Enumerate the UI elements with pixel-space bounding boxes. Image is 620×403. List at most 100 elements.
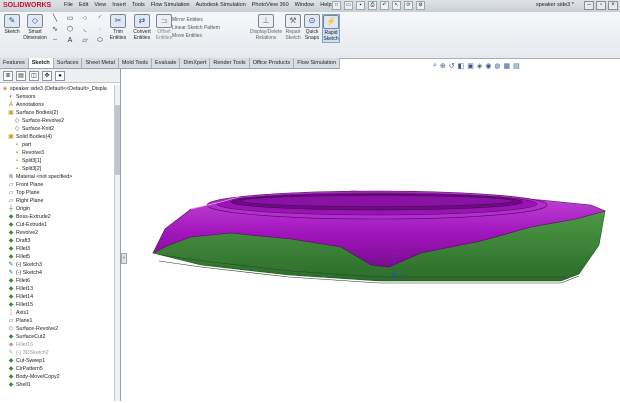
- tree-item[interactable]: ◆ Revolve2: [0, 229, 118, 237]
- tree-item[interactable]: ◆ Shell1: [0, 381, 118, 389]
- hide-show-icon[interactable]: ◉: [485, 62, 491, 70]
- rebuild-icon[interactable]: ⟳: [404, 1, 413, 10]
- close-icon[interactable]: ×: [608, 1, 618, 10]
- tab-render-tools[interactable]: Render Tools: [210, 58, 250, 68]
- menu-autodesk-simulation[interactable]: Autodesk Simulation: [196, 2, 246, 8]
- tree-item[interactable]: ◐ Sensors: [0, 93, 118, 101]
- scrollbar-thumb[interactable]: [115, 105, 120, 175]
- rapid-sketch-button[interactable]: ⚡ Rapid Sketch: [322, 14, 340, 43]
- line-icon[interactable]: ╲: [50, 15, 60, 23]
- quick-snaps-button[interactable]: ⊙ Quick Snaps: [303, 14, 321, 41]
- save-icon[interactable]: ▪: [356, 1, 365, 10]
- menu-flow-simulation[interactable]: Flow Simulation: [151, 2, 190, 8]
- tree-item[interactable]: ≋ Material <not specified>: [0, 173, 118, 181]
- convert-entities-button[interactable]: ⇄ Convert Entities: [130, 14, 154, 41]
- tree-item[interactable]: A Annotations: [0, 101, 118, 109]
- tree-item[interactable]: ◆ Fillet14: [0, 293, 118, 301]
- polygon-icon[interactable]: ⬡: [65, 26, 75, 34]
- graphics-area[interactable]: ⌕ ⊕ ↺ ◧ ▣ ◈ ◉ ◍ ▦ ▤: [121, 62, 620, 401]
- edit-appearance-icon[interactable]: ◍: [494, 62, 500, 70]
- select-icon[interactable]: ↖: [392, 1, 401, 10]
- tree-item[interactable]: ◇ Surface-Revolve2: [0, 117, 118, 125]
- panel-collapse-handle[interactable]: ‹: [121, 253, 127, 264]
- feature-tree-tab-icon[interactable]: ≣: [3, 71, 13, 81]
- tab-evaluate[interactable]: Evaluate: [152, 58, 181, 68]
- tab-flow-simulation[interactable]: Flow Simulation: [294, 58, 341, 68]
- tab-features[interactable]: Features: [0, 58, 29, 68]
- model-3d-view[interactable]: [121, 69, 620, 401]
- menu-file[interactable]: File: [64, 2, 73, 8]
- configuration-tab-icon[interactable]: ◫: [29, 71, 39, 81]
- tab-sheet-metal[interactable]: Sheet Metal: [82, 58, 119, 68]
- sketch-button[interactable]: ✎ Sketch: [3, 14, 21, 36]
- dimxpert-tab-icon[interactable]: ✥: [42, 71, 52, 81]
- tree-item[interactable]: ▪ Split3[1]: [0, 157, 118, 165]
- tab-mold-tools[interactable]: Mold Tools: [119, 58, 153, 68]
- tree-item[interactable]: ▪ Revolve3: [0, 149, 118, 157]
- zoom-fit-icon[interactable]: ⌕: [433, 62, 437, 70]
- point-icon[interactable]: ·: [95, 26, 105, 34]
- spline-icon[interactable]: ∿: [50, 26, 60, 34]
- tree-item[interactable]: ◆ SurfaceCut2: [0, 333, 118, 341]
- tree-item[interactable]: ▱ Front Plane: [0, 181, 118, 189]
- menu-insert[interactable]: Insert: [112, 2, 126, 8]
- plane-icon[interactable]: ▱: [80, 37, 90, 45]
- section-view-icon[interactable]: ◧: [458, 62, 465, 70]
- tree-item[interactable]: ◇ Surface-Revolve2: [0, 325, 118, 333]
- menu-photoview[interactable]: PhotoView 360: [252, 2, 289, 8]
- tree-item[interactable]: ◆ Cut-Sweep1: [0, 357, 118, 365]
- tree-item[interactable]: ┊ Axis1: [0, 309, 118, 317]
- tab-surfaces[interactable]: Surfaces: [54, 58, 83, 68]
- tree-item[interactable]: ◆ Fillet6: [0, 277, 118, 285]
- tree-item[interactable]: ◆ Fillet3: [0, 245, 118, 253]
- tree-item[interactable]: ▣ Solid Bodies(4): [0, 133, 118, 141]
- tree-item[interactable]: ◆ Fillet5: [0, 253, 118, 261]
- tree-item[interactable]: ◇ Surface-Knit2: [0, 125, 118, 133]
- tree-item[interactable]: ▱ Top Plane: [0, 189, 118, 197]
- tree-item[interactable]: ◆ Cut-Extrude1: [0, 221, 118, 229]
- view-orientation-icon[interactable]: ▣: [467, 62, 474, 70]
- fillet-icon[interactable]: ◟: [80, 26, 90, 34]
- previous-view-icon[interactable]: ↺: [449, 62, 455, 70]
- tab-dimxpert[interactable]: DimXpert: [180, 58, 211, 68]
- centerline-icon[interactable]: ┈: [50, 37, 60, 45]
- tree-item[interactable]: ▪ Split3[2]: [0, 165, 118, 173]
- tree-item[interactable]: ◆ Fillet15: [0, 301, 118, 309]
- mirror-entities-command[interactable]: Mirror Entities: [172, 16, 220, 24]
- smart-dimension-button[interactable]: ◇ Smart Dimension: [22, 14, 48, 41]
- menu-edit[interactable]: Edit: [79, 2, 88, 8]
- move-entities-command[interactable]: Move Entities: [172, 32, 220, 40]
- menu-help[interactable]: Help: [320, 2, 331, 8]
- tree-item[interactable]: ◆ Body-Move/Copy2: [0, 373, 118, 381]
- tree-item[interactable]: ✎ (-) Sketch3: [0, 261, 118, 269]
- arc-icon[interactable]: ◜: [95, 15, 105, 23]
- menu-view[interactable]: View: [94, 2, 106, 8]
- tree-item[interactable]: ✎ (-) 3DSketch2: [0, 349, 118, 357]
- tree-item[interactable]: ◆ Fillet13: [0, 285, 118, 293]
- display-delete-relations-button[interactable]: ⊥ Display/Delete Relations: [248, 14, 284, 41]
- tree-item[interactable]: ▱ Right Plane: [0, 197, 118, 205]
- tree-item[interactable]: ◆ CirPattern5: [0, 365, 118, 373]
- circle-icon[interactable]: ○: [80, 15, 90, 23]
- tree-item[interactable]: ┼ Origin: [0, 205, 118, 213]
- tree-item[interactable]: ▣ Surface Bodies(2): [0, 109, 118, 117]
- view-settings-icon[interactable]: ▤: [513, 62, 520, 70]
- menu-window[interactable]: Window: [295, 2, 315, 8]
- undo-icon[interactable]: ↶: [380, 1, 389, 10]
- tree-item[interactable]: ◆ Fillet16: [0, 341, 118, 349]
- tree-item[interactable]: ◆ Boss-Extrude2: [0, 213, 118, 221]
- rectangle-icon[interactable]: ▭: [65, 15, 75, 23]
- tree-item[interactable]: ◈ speaker side3 (Default<<Default>_Displa: [0, 85, 118, 93]
- property-manager-tab-icon[interactable]: ▤: [16, 71, 26, 81]
- offset-entities-button[interactable]: ⊐ Offset Entities: [154, 14, 174, 41]
- tree-item[interactable]: ▪ part: [0, 141, 118, 149]
- tab-office-products[interactable]: Office Products: [250, 58, 295, 68]
- menu-tools[interactable]: Tools: [132, 2, 145, 8]
- tree-item[interactable]: ▱ Plane1: [0, 317, 118, 325]
- tab-sketch[interactable]: Sketch: [28, 58, 54, 68]
- scene-icon[interactable]: ▦: [504, 62, 511, 70]
- restore-icon[interactable]: ▫: [596, 1, 606, 10]
- minimize-icon[interactable]: –: [584, 1, 594, 10]
- trim-entities-button[interactable]: ✂ Trim Entities: [107, 14, 129, 41]
- options-icon[interactable]: ⚙: [416, 1, 425, 10]
